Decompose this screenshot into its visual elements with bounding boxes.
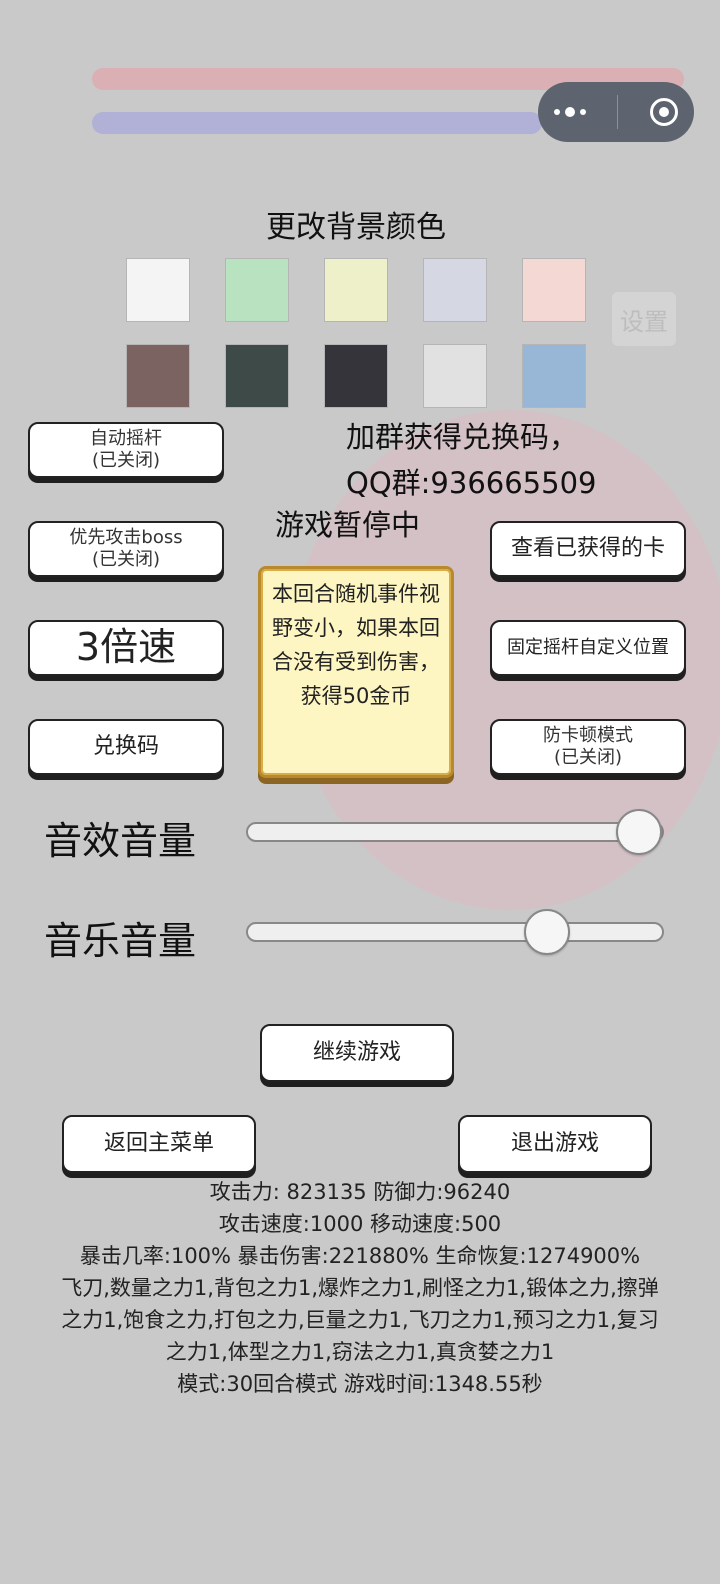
auto-joystick-state: (已关闭) — [91, 450, 161, 471]
speed-button[interactable]: 3倍速 — [28, 620, 224, 676]
color-swatch[interactable] — [324, 344, 388, 408]
fixed-joystick-button[interactable]: 固定摇杆自定义位置 — [490, 620, 686, 676]
random-event-notice: 本回合随机事件视野变小，如果本回合没有受到伤害，获得50金币 — [258, 566, 454, 778]
color-swatch[interactable] — [324, 258, 388, 322]
color-swatch[interactable] — [522, 344, 586, 408]
color-swatch[interactable] — [225, 344, 289, 408]
sfx-volume-label: 音效音量 — [44, 819, 197, 863]
color-swatch[interactable] — [126, 258, 190, 322]
stats-powers-1: 飞刀,数量之力1,背包之力1,爆炸之力1,刷怪之力1,锻体之力,擦弹 — [61, 1276, 659, 1300]
music-volume-label: 音乐音量 — [44, 919, 197, 963]
stats-mode-time: 模式:30回合模式 游戏时间:1348.55秒 — [177, 1372, 543, 1396]
paused-status: 游戏暂停中 — [275, 508, 421, 542]
bg-settings-button: 设置 — [612, 292, 676, 346]
stats-powers-3: 之力1,体型之力1,窃法之力1,真贪婪之力1 — [165, 1340, 555, 1364]
boss-priority-state: (已关闭) — [91, 549, 161, 570]
stats-attack-defense: 攻击力: 823135 防御力:96240 — [209, 1180, 511, 1204]
sfx-volume-track[interactable] — [246, 822, 664, 842]
stats-powers-2: 之力1,饱食之力,打包之力,巨量之力1,飞刀之力1,预习之力1,复习 — [61, 1308, 659, 1332]
auto-joystick-button[interactable]: 自动摇杆 (已关闭) — [28, 422, 224, 478]
stats-crit-regen: 暴击几率:100% 暴击伤害:221880% 生命恢复:1274900% — [79, 1244, 641, 1268]
more-dots-icon[interactable] — [553, 107, 586, 117]
miniprogram-capsule — [538, 82, 694, 142]
player-stats: 攻击力: 823135 防御力:96240 攻击速度:1000 移动速度:500… — [0, 1176, 720, 1400]
continue-game-button[interactable]: 继续游戏 — [260, 1024, 454, 1082]
color-swatch[interactable] — [225, 258, 289, 322]
anti-lag-button[interactable]: 防卡顿模式 (已关闭) — [490, 719, 686, 775]
group-info-line2: QQ群:936665509 — [346, 466, 597, 500]
view-cards-button[interactable]: 查看已获得的卡 — [490, 521, 686, 577]
anti-lag-label: 防卡顿模式 — [543, 724, 633, 746]
boss-priority-label: 优先攻击boss — [69, 526, 183, 548]
color-swatch[interactable] — [126, 344, 190, 408]
auto-joystick-label: 自动摇杆 — [90, 427, 162, 449]
group-info-line1: 加群获得兑换码， — [346, 420, 579, 454]
music-volume-track[interactable] — [246, 922, 664, 942]
anti-lag-state: (已关闭) — [553, 747, 623, 768]
bg-color-title: 更改背景颜色 — [266, 210, 446, 245]
color-swatch[interactable] — [522, 258, 586, 322]
color-swatch[interactable] — [423, 344, 487, 408]
redeem-code-button[interactable]: 兑换码 — [28, 719, 224, 775]
bg-energy-bar — [92, 112, 542, 134]
capsule-divider — [617, 95, 619, 129]
main-menu-button[interactable]: 返回主菜单 — [62, 1115, 256, 1173]
exit-game-button[interactable]: 退出游戏 — [458, 1115, 652, 1173]
music-volume-knob[interactable] — [523, 909, 570, 955]
boss-priority-button[interactable]: 优先攻击boss (已关闭) — [28, 521, 224, 577]
stats-speed: 攻击速度:1000 移动速度:500 — [218, 1212, 502, 1236]
sfx-volume-knob[interactable] — [615, 809, 662, 855]
color-swatch[interactable] — [423, 258, 487, 322]
close-target-icon[interactable] — [650, 98, 679, 126]
